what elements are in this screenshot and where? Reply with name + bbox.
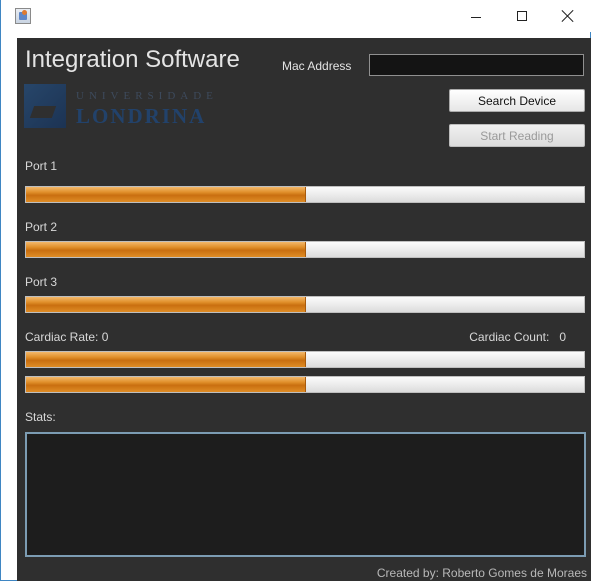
stats-label: Stats:: [25, 410, 56, 424]
cardiac-rate-label: Cardiac Rate: 0: [25, 330, 108, 344]
cardiac-rate-label-text: Cardiac Rate:: [25, 330, 99, 344]
port-2-progress-bar: [25, 241, 585, 258]
cardiac-count-progress-fill: [26, 377, 306, 392]
stats-text-area[interactable]: [25, 432, 586, 557]
port-1-label: Port 1: [25, 159, 58, 173]
logo-text-line1: UNIVERSIDADE: [76, 90, 218, 102]
port-3-label: Port 3: [25, 275, 58, 289]
mac-address-input[interactable]: [369, 54, 584, 76]
port-1-progress-bar: [25, 186, 585, 203]
cardiac-rate-value: 0: [101, 330, 109, 344]
port-1-progress-fill: [26, 187, 306, 202]
close-button[interactable]: [545, 0, 591, 32]
cardiac-count-value: 0: [559, 330, 566, 344]
cardiac-count-label: Cardiac Count: 0: [469, 330, 566, 344]
app-window: Integration Software Mac Address UNIVERS…: [0, 0, 591, 581]
title-bar[interactable]: [1, 0, 591, 32]
close-icon: [562, 10, 574, 22]
port-3-progress-bar: [25, 296, 585, 313]
port-2-label: Port 2: [25, 220, 58, 234]
mac-address-label: Mac Address: [282, 59, 352, 73]
port-2-progress-fill: [26, 242, 306, 257]
search-device-button[interactable]: Search Device: [449, 89, 585, 112]
logo-text-line2: LONDRINA: [76, 104, 207, 128]
cardiac-count-label-text: Cardiac Count:: [469, 330, 550, 344]
university-logo-mark: [24, 84, 66, 128]
minimize-button[interactable]: [453, 0, 499, 32]
credit-text: Created by: Roberto Gomes de Moraes: [376, 566, 587, 580]
app-title: Integration Software: [25, 46, 240, 73]
minimize-icon: [471, 16, 481, 18]
start-reading-button[interactable]: Start Reading: [449, 124, 585, 147]
cardiac-rate-progress-fill: [26, 352, 306, 367]
maximize-button[interactable]: [499, 0, 545, 32]
cardiac-count-progress-bar: [25, 376, 585, 393]
main-panel: Integration Software Mac Address UNIVERS…: [17, 38, 591, 581]
port-3-progress-fill: [26, 297, 306, 312]
maximize-icon: [517, 11, 527, 21]
cardiac-rate-progress-bar: [25, 351, 585, 368]
java-app-icon: [15, 8, 31, 24]
university-logo: UNIVERSIDADE LONDRINA: [24, 84, 254, 128]
